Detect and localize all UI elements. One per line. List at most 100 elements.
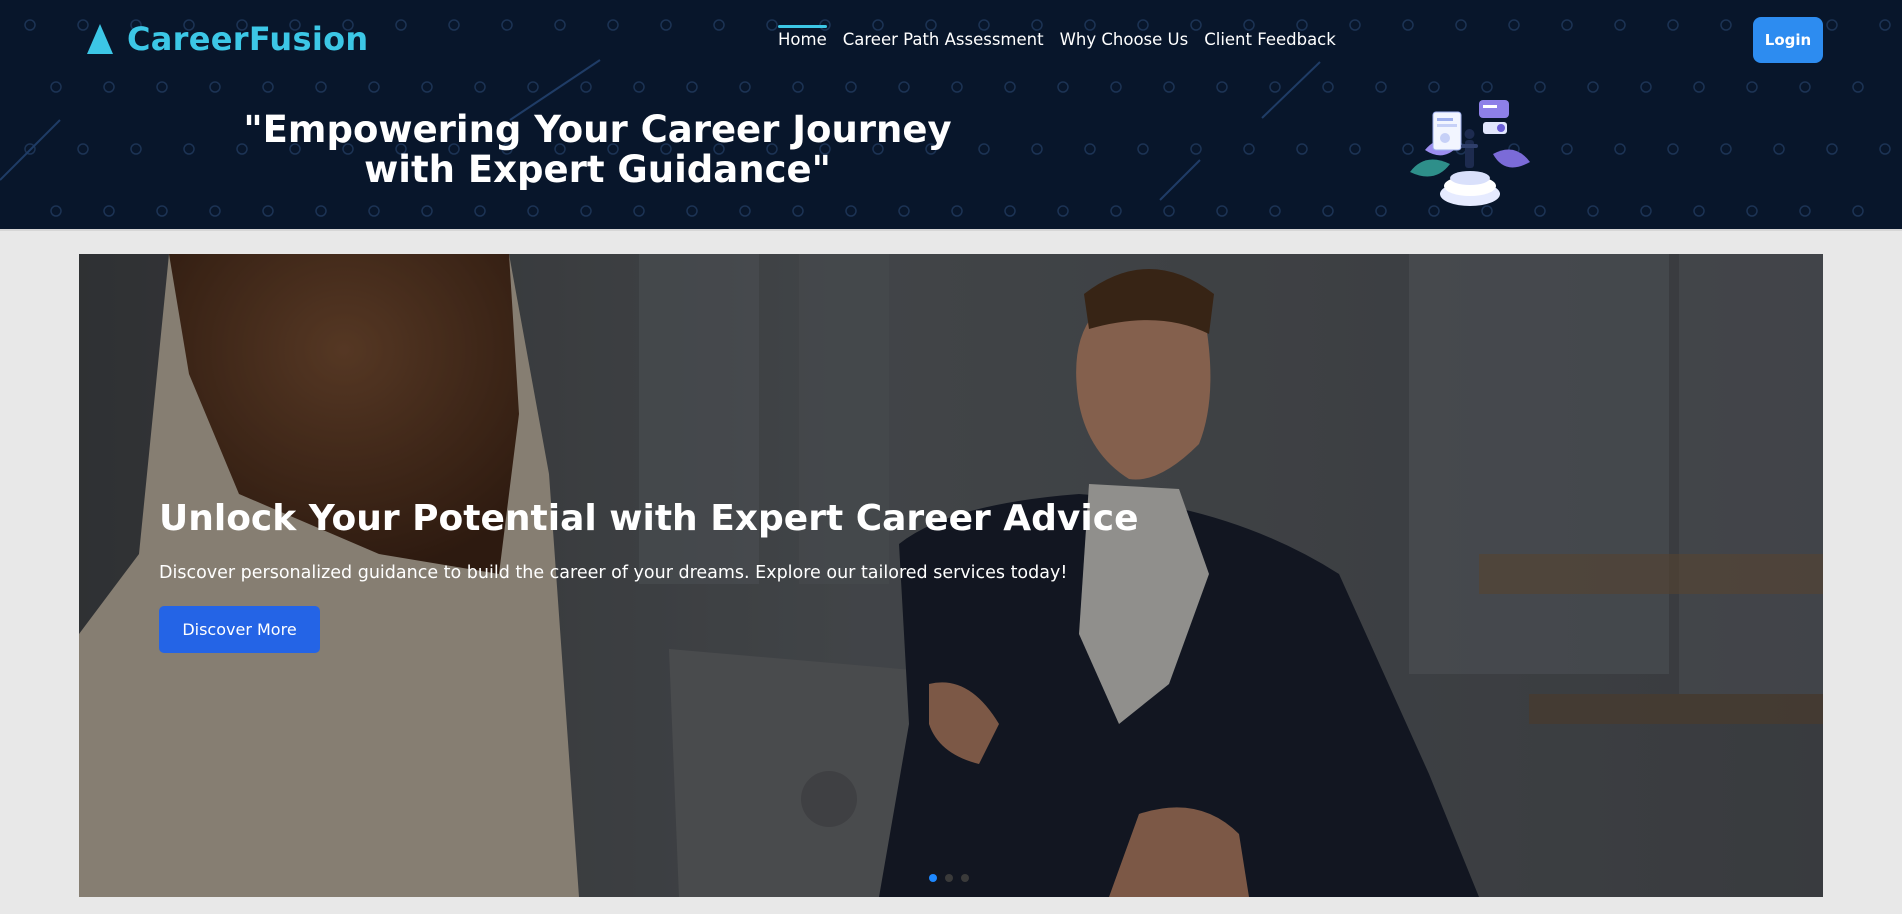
pattern-dot	[183, 143, 195, 155]
pattern-dot	[1322, 205, 1334, 217]
pattern-dot	[951, 81, 963, 93]
pattern-dot	[1773, 143, 1785, 155]
pattern-dot	[1746, 81, 1758, 93]
pattern-dot	[1216, 205, 1228, 217]
pattern-dot	[156, 205, 168, 217]
pattern-dot	[1163, 205, 1175, 217]
pattern-dot	[1110, 81, 1122, 93]
pattern-dot	[421, 205, 433, 217]
pattern-dot	[1640, 205, 1652, 217]
pattern-dot	[1561, 19, 1573, 31]
pattern-dot	[1667, 143, 1679, 155]
nav-item-why-choose-us[interactable]: Why Choose Us	[1060, 26, 1189, 49]
pattern-dot	[1057, 205, 1069, 217]
pattern-dot	[1561, 143, 1573, 155]
pattern-dot	[633, 81, 645, 93]
pattern-dot	[1349, 143, 1361, 155]
pattern-dot	[1455, 19, 1467, 31]
pattern-dot	[713, 19, 725, 31]
pattern-dot	[1852, 81, 1864, 93]
nav-item-client-feedback[interactable]: Client Feedback	[1204, 26, 1336, 49]
header-tagline: "Empowering Your Career Journey with Exp…	[243, 108, 952, 191]
pattern-dot	[1137, 143, 1149, 155]
pattern-dot	[898, 205, 910, 217]
pattern-dot	[686, 205, 698, 217]
pattern-dot	[580, 81, 592, 93]
pattern-dot	[660, 19, 672, 31]
pattern-dot	[421, 81, 433, 93]
pattern-dot	[156, 81, 168, 93]
discover-more-button[interactable]: Discover More	[159, 606, 320, 653]
pattern-dot	[1852, 205, 1864, 217]
pattern-dot	[209, 81, 221, 93]
pattern-dot	[1084, 143, 1096, 155]
carousel-dot-1[interactable]	[929, 874, 937, 882]
header-divider	[0, 229, 1902, 231]
pattern-dot	[739, 205, 751, 217]
pattern-dot	[103, 205, 115, 217]
pattern-dot	[262, 81, 274, 93]
pattern-dot	[607, 19, 619, 31]
pattern-dot	[1004, 205, 1016, 217]
pattern-dot	[1269, 205, 1281, 217]
pattern-dot	[845, 205, 857, 217]
pattern-dot	[527, 205, 539, 217]
pattern-dot	[580, 205, 592, 217]
pattern-dot	[50, 205, 62, 217]
pattern-dot	[1720, 143, 1732, 155]
pattern-dot	[474, 205, 486, 217]
pattern-dot	[1402, 19, 1414, 31]
pattern-dot	[1269, 81, 1281, 93]
pattern-dot	[1349, 19, 1361, 31]
pattern-dot	[1667, 19, 1679, 31]
pattern-dot	[1826, 19, 1838, 31]
carousel-dot-2[interactable]	[945, 874, 953, 882]
pattern-dot	[315, 205, 327, 217]
pattern-dot	[1004, 81, 1016, 93]
pattern-dot	[24, 19, 36, 31]
site-header: CareerFusion Home Career Path Assessment…	[0, 0, 1902, 229]
pattern-dot	[792, 205, 804, 217]
pattern-dot	[1534, 205, 1546, 217]
pattern-dot	[1110, 205, 1122, 217]
pattern-dot	[554, 19, 566, 31]
hero-carousel: Unlock Your Potential with Expert Career…	[79, 254, 1823, 897]
pattern-dot	[792, 81, 804, 93]
nav-item-career-path-assessment[interactable]: Career Path Assessment	[843, 26, 1044, 49]
pattern-dot	[1534, 81, 1546, 93]
pattern-dot	[1879, 143, 1891, 155]
pattern-dot	[1190, 143, 1202, 155]
career-platform-illustration-icon	[1410, 100, 1530, 206]
pattern-dot	[1640, 81, 1652, 93]
hero-subtitle: Discover personalized guidance to build …	[159, 563, 1068, 583]
pattern-dot	[368, 81, 380, 93]
pattern-dot	[1322, 81, 1334, 93]
pattern-dot	[1614, 143, 1626, 155]
pattern-dot	[1587, 81, 1599, 93]
carousel-indicators	[929, 874, 969, 882]
login-button[interactable]: Login	[1753, 17, 1823, 63]
pattern-dot	[845, 81, 857, 93]
pattern-dot	[1375, 81, 1387, 93]
pattern-dot	[1614, 19, 1626, 31]
pattern-dot	[1508, 19, 1520, 31]
logo[interactable]: CareerFusion	[85, 20, 368, 58]
pattern-dot	[1163, 81, 1175, 93]
pattern-dot	[1587, 205, 1599, 217]
pattern-dot	[130, 143, 142, 155]
pattern-dot	[315, 81, 327, 93]
pattern-dot	[951, 205, 963, 217]
pattern-dot	[1031, 143, 1043, 155]
pattern-dot	[1799, 205, 1811, 217]
pattern-dot	[1693, 81, 1705, 93]
pattern-dot	[1057, 81, 1069, 93]
pattern-dot	[1375, 205, 1387, 217]
pattern-dot	[1720, 19, 1732, 31]
pattern-dot	[1746, 205, 1758, 217]
main-navigation: Home Career Path Assessment Why Choose U…	[778, 25, 1336, 49]
pattern-dot	[1428, 81, 1440, 93]
pattern-dot	[1243, 143, 1255, 155]
pattern-dot	[77, 143, 89, 155]
nav-item-home[interactable]: Home	[778, 25, 827, 49]
carousel-dot-3[interactable]	[961, 874, 969, 882]
